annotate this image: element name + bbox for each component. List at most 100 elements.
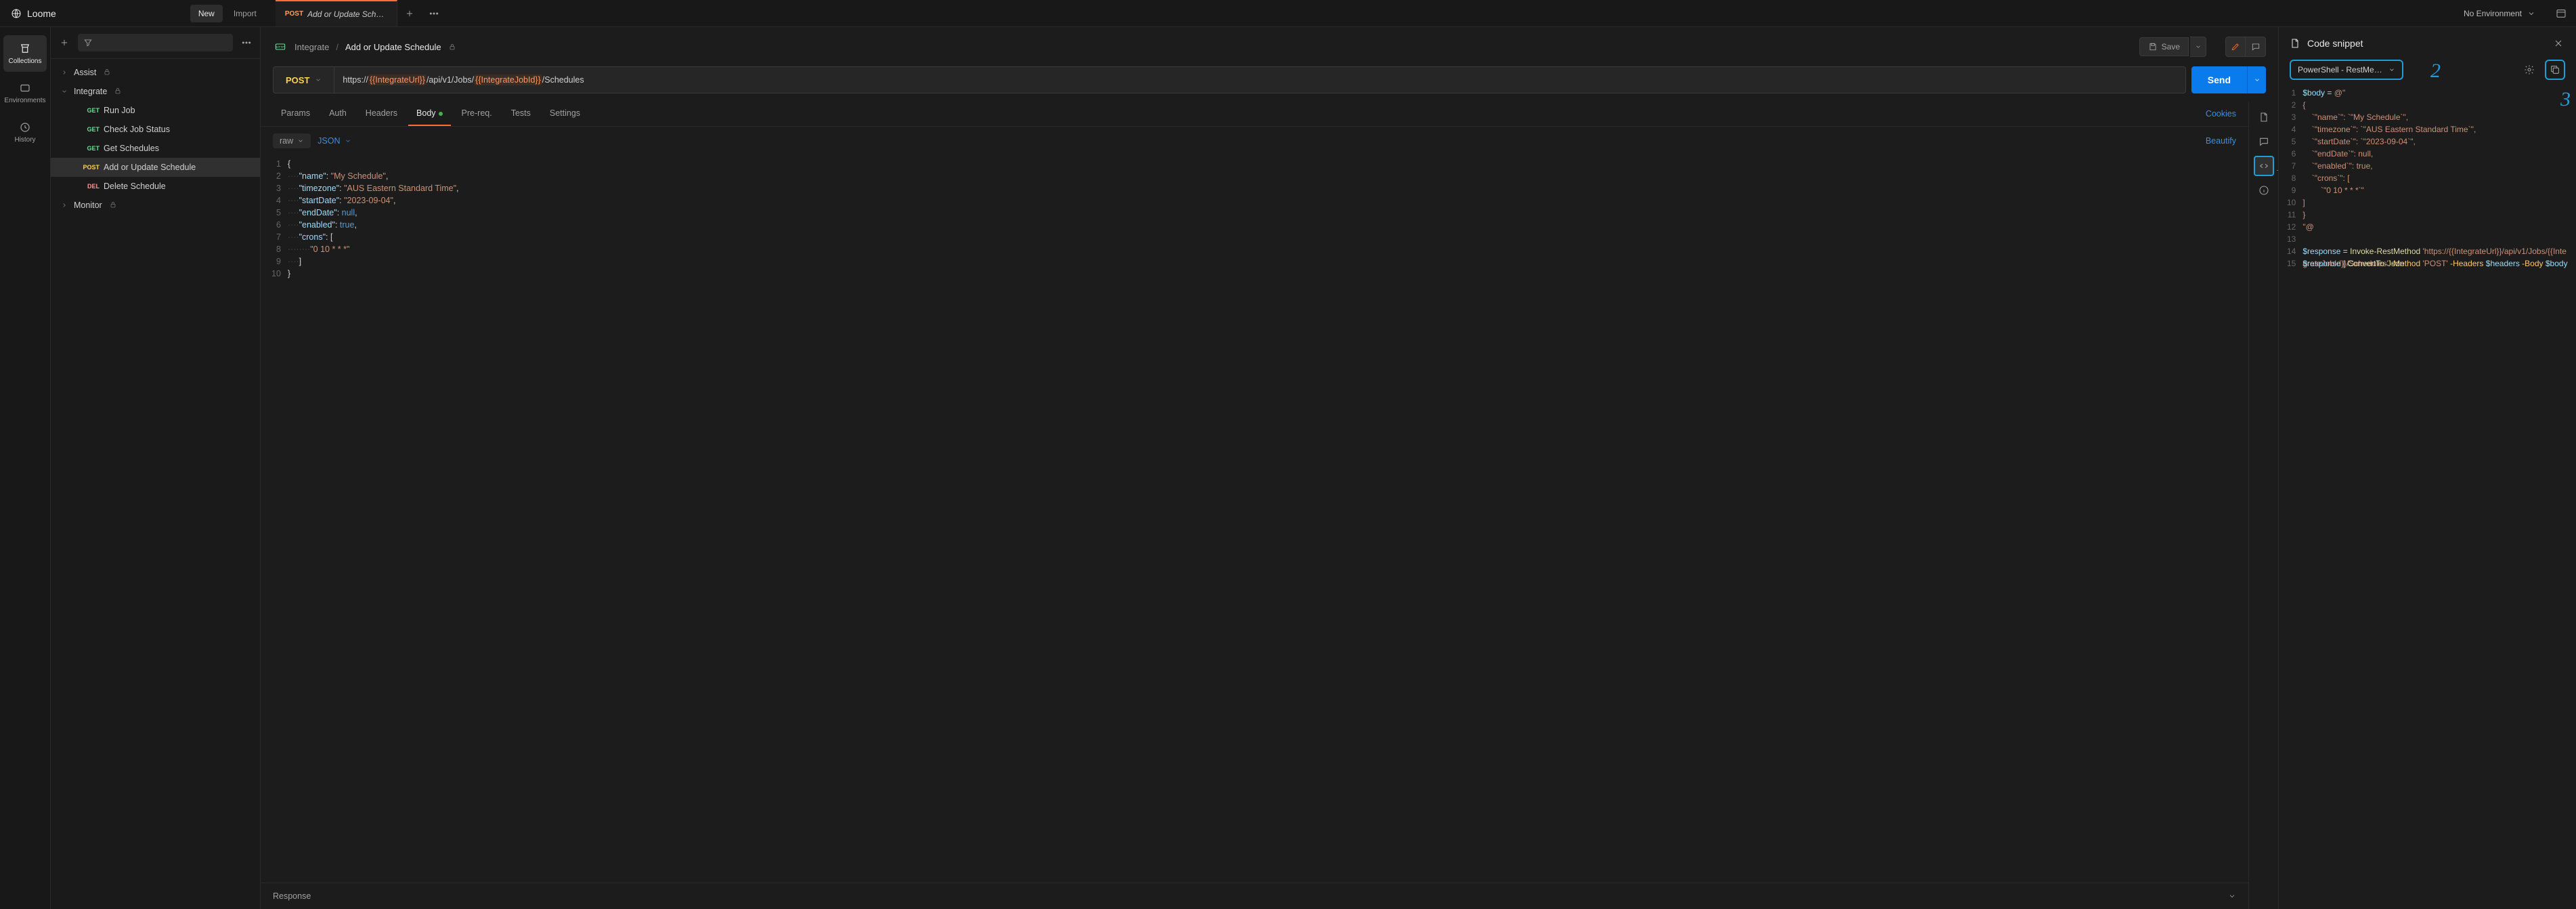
code-icon xyxy=(2258,161,2269,171)
tab-overflow-button[interactable] xyxy=(422,0,446,26)
left-rail: Collections Environments History xyxy=(0,27,51,909)
chevron-down-icon xyxy=(2254,77,2261,83)
sidebar-head xyxy=(51,27,260,59)
add-tab-button[interactable] xyxy=(397,0,422,26)
lock-icon xyxy=(114,87,122,97)
lock-icon xyxy=(448,43,456,51)
snippet-header: Code snippet xyxy=(2279,27,2576,60)
response-panel[interactable]: Response xyxy=(261,883,2248,909)
body-format-select[interactable]: JSON xyxy=(318,136,351,146)
request-panel: HTTP Integrate / Add or Update Schedule … xyxy=(261,27,2278,909)
snippet-language-select[interactable]: PowerShell - RestMet… xyxy=(2290,60,2403,80)
tree-request[interactable]: DELDelete Schedule xyxy=(51,177,260,196)
beautify-button[interactable]: Beautify xyxy=(2206,136,2236,146)
tab-tests[interactable]: Tests xyxy=(503,102,539,126)
side-code-button[interactable] xyxy=(2254,156,2274,176)
caret-icon xyxy=(59,202,70,209)
crumb-collection[interactable]: Integrate xyxy=(294,42,329,52)
sidebar-more-button[interactable] xyxy=(238,35,255,51)
send-button[interactable]: Send xyxy=(2191,66,2247,93)
save-button[interactable]: Save xyxy=(2139,37,2189,56)
gear-icon xyxy=(2524,64,2535,75)
filter-icon xyxy=(83,38,93,47)
pencil-icon xyxy=(2231,42,2240,51)
json-editor[interactable]: 12345678910 {····"name": "My Schedule",·… xyxy=(261,155,2248,883)
chevron-down-icon xyxy=(297,138,304,144)
request-body-area: Params Auth Headers Body Pre-req. Tests … xyxy=(261,102,2278,909)
rail-history[interactable]: History xyxy=(3,114,47,150)
tab-body[interactable]: Body xyxy=(408,102,451,126)
snippet-settings-button[interactable] xyxy=(2519,60,2539,80)
chevron-down-icon xyxy=(2228,892,2236,900)
crumb-request[interactable]: Add or Update Schedule xyxy=(345,42,441,52)
plus-icon xyxy=(405,9,414,18)
editor-gutter: 12345678910 xyxy=(261,155,288,880)
open-tab[interactable]: POST Add or Update Schedule xyxy=(276,0,397,26)
body-options-row: raw JSON Beautify xyxy=(261,127,2248,155)
send-button-group: Send xyxy=(2191,66,2266,93)
tab-headers[interactable]: Headers xyxy=(357,102,406,126)
rail-collections[interactable]: Collections xyxy=(3,35,47,72)
tree-label: Run Job xyxy=(104,106,135,115)
side-comment-button[interactable] xyxy=(2254,131,2274,152)
http-badge-icon: HTTP xyxy=(273,41,288,53)
save-button-group: Save xyxy=(2139,37,2206,57)
tree-request[interactable]: GET Get Schedules xyxy=(51,139,260,158)
tab-prereq[interactable]: Pre-req. xyxy=(454,102,500,126)
snippet-close-button[interactable] xyxy=(2552,37,2565,50)
import-button[interactable]: Import xyxy=(225,5,265,22)
tree-label: Add or Update Schedule xyxy=(104,163,196,172)
side-docs-button[interactable] xyxy=(2254,107,2274,127)
ellipsis-icon xyxy=(241,37,252,48)
environments-icon xyxy=(19,82,31,94)
method-select[interactable]: POST xyxy=(274,67,334,93)
tree-request[interactable]: GET Run Job xyxy=(51,101,260,120)
sidebar-filter-input[interactable] xyxy=(78,34,233,51)
send-caret-button[interactable] xyxy=(2247,66,2266,93)
snippet-gutter: 123456789101112131415 xyxy=(2279,87,2302,905)
snippet-copy-button[interactable] xyxy=(2545,60,2565,80)
sidebar: AssistIntegrateGETRun JobGETCheck Job St… xyxy=(51,27,261,909)
url-row: POST https://{{IntegrateUrl}}/api/v1/Job… xyxy=(261,66,2278,102)
tab-params[interactable]: Params xyxy=(273,102,318,126)
tree-folder[interactable]: Monitor xyxy=(51,196,260,215)
environment-select[interactable]: No Environment xyxy=(2453,5,2546,22)
tree-folder[interactable]: Assist xyxy=(51,63,260,82)
plus-icon xyxy=(60,38,69,47)
save-caret-button[interactable] xyxy=(2190,37,2206,57)
tree-request[interactable]: GETCheck Job Status xyxy=(51,120,260,139)
body-mode-select[interactable]: raw xyxy=(273,133,311,148)
side-info-button[interactable] xyxy=(2254,180,2274,200)
tree-folder[interactable]: Integrate xyxy=(51,82,260,101)
method-badge: GET xyxy=(78,145,100,152)
url-var-1: {{IntegrateUrl}} xyxy=(368,75,427,85)
eye-panel-icon xyxy=(2556,8,2567,19)
new-button[interactable]: New xyxy=(190,5,223,22)
snippet-code[interactable]: 123456789101112131415 $body = @"{ `"name… xyxy=(2279,87,2576,909)
comment-icon xyxy=(2251,42,2261,51)
cookies-link[interactable]: Cookies xyxy=(2206,102,2236,125)
tree-label: Get Schedules xyxy=(104,144,159,153)
edit-button[interactable] xyxy=(2225,37,2246,57)
url-scheme: https:// xyxy=(343,75,368,85)
collections-icon xyxy=(19,43,31,55)
method-badge: GET xyxy=(78,107,100,114)
document-icon xyxy=(2290,38,2300,49)
tab-auth[interactable]: Auth xyxy=(321,102,355,126)
env-quicklook-button[interactable] xyxy=(2552,4,2571,23)
tab-settings[interactable]: Settings xyxy=(542,102,588,126)
rail-environments[interactable]: Environments xyxy=(3,75,47,111)
main: Collections Environments History AssistI… xyxy=(0,27,2576,909)
comment-button[interactable] xyxy=(2246,37,2266,57)
tab-body-indicator xyxy=(439,112,443,116)
tab-title: Add or Update Schedule xyxy=(307,9,387,19)
topbar: Loome New Import POST Add or Update Sche… xyxy=(0,0,2576,27)
request-side-icons: 1 xyxy=(2248,102,2278,909)
body-mode-label: raw xyxy=(280,136,293,146)
tree-request[interactable]: POSTAdd or Update Schedule xyxy=(51,158,260,177)
tab-method-badge: POST xyxy=(285,10,303,18)
sidebar-add-button[interactable] xyxy=(56,35,72,51)
url-input[interactable]: https://{{IntegrateUrl}}/api/v1/Jobs/{{I… xyxy=(334,67,2185,93)
tree-label: Check Job Status xyxy=(104,125,170,134)
sidebar-tree: AssistIntegrateGETRun JobGETCheck Job St… xyxy=(51,59,260,909)
